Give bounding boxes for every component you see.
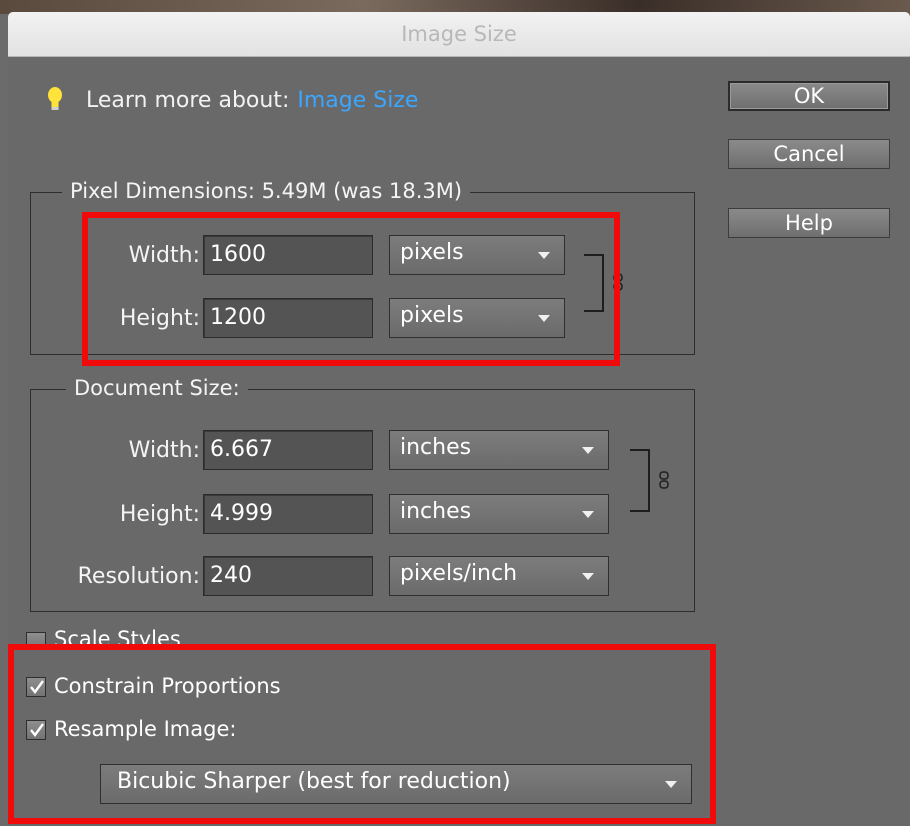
learn-more-label: Learn more about: xyxy=(86,87,290,113)
lightbulb-icon xyxy=(48,87,62,110)
resolution-label: Resolution: xyxy=(77,564,200,589)
resolution-unit-select[interactable]: pixels/inch xyxy=(389,556,609,596)
image-size-dialog: Learn more about: Image Size OK Cancel H… xyxy=(8,57,910,826)
resample-image-label[interactable]: Resample Image: xyxy=(54,717,236,741)
constrain-proportions-label[interactable]: Constrain Proportions xyxy=(54,674,281,698)
resample-method-select[interactable]: Bicubic Sharper (best for reduction) xyxy=(100,764,692,804)
doc-height-input[interactable]: 4.999 xyxy=(203,494,373,534)
doc-width-label: Width: xyxy=(128,438,200,463)
chevron-down-icon xyxy=(665,781,677,788)
highlight-inner-mask xyxy=(14,650,710,660)
resolution-input[interactable]: 240 xyxy=(203,556,373,596)
learn-more-link[interactable]: Image Size xyxy=(297,88,418,113)
chevron-down-icon xyxy=(582,511,594,518)
ok-button[interactable]: OK xyxy=(728,81,890,111)
learn-more-row: Learn more about: Image Size xyxy=(44,85,418,115)
chain-link-icon xyxy=(659,471,669,489)
help-button[interactable]: Help xyxy=(728,208,890,238)
checkmark-icon xyxy=(30,723,44,737)
doc-width-unit-value: inches xyxy=(400,435,472,460)
checkmark-icon xyxy=(30,680,44,694)
cancel-button[interactable]: Cancel xyxy=(728,139,890,169)
doc-link-bracket xyxy=(630,449,650,512)
document-size-legend: Document Size: xyxy=(66,376,248,400)
pixel-dimensions-legend: Pixel Dimensions: 5.49M (was 18.3M) xyxy=(62,179,471,203)
doc-height-unit-value: inches xyxy=(400,499,472,524)
doc-height-label: Height: xyxy=(119,502,200,527)
chevron-down-icon xyxy=(582,573,594,580)
doc-width-unit-select[interactable]: inches xyxy=(389,430,609,470)
constrain-proportions-checkbox[interactable] xyxy=(26,677,46,697)
doc-height-unit-select[interactable]: inches xyxy=(389,494,609,534)
chevron-down-icon xyxy=(582,447,594,454)
resolution-unit-value: pixels/inch xyxy=(400,561,518,586)
window-titlebar[interactable]: Image Size xyxy=(8,12,910,57)
resample-method-value: Bicubic Sharper (best for reduction) xyxy=(117,769,511,794)
doc-width-input[interactable]: 6.667 xyxy=(203,430,373,470)
resample-image-checkbox[interactable] xyxy=(26,720,46,740)
window-title: Image Size xyxy=(401,22,517,46)
highlight-pixel-dimensions xyxy=(82,212,620,366)
